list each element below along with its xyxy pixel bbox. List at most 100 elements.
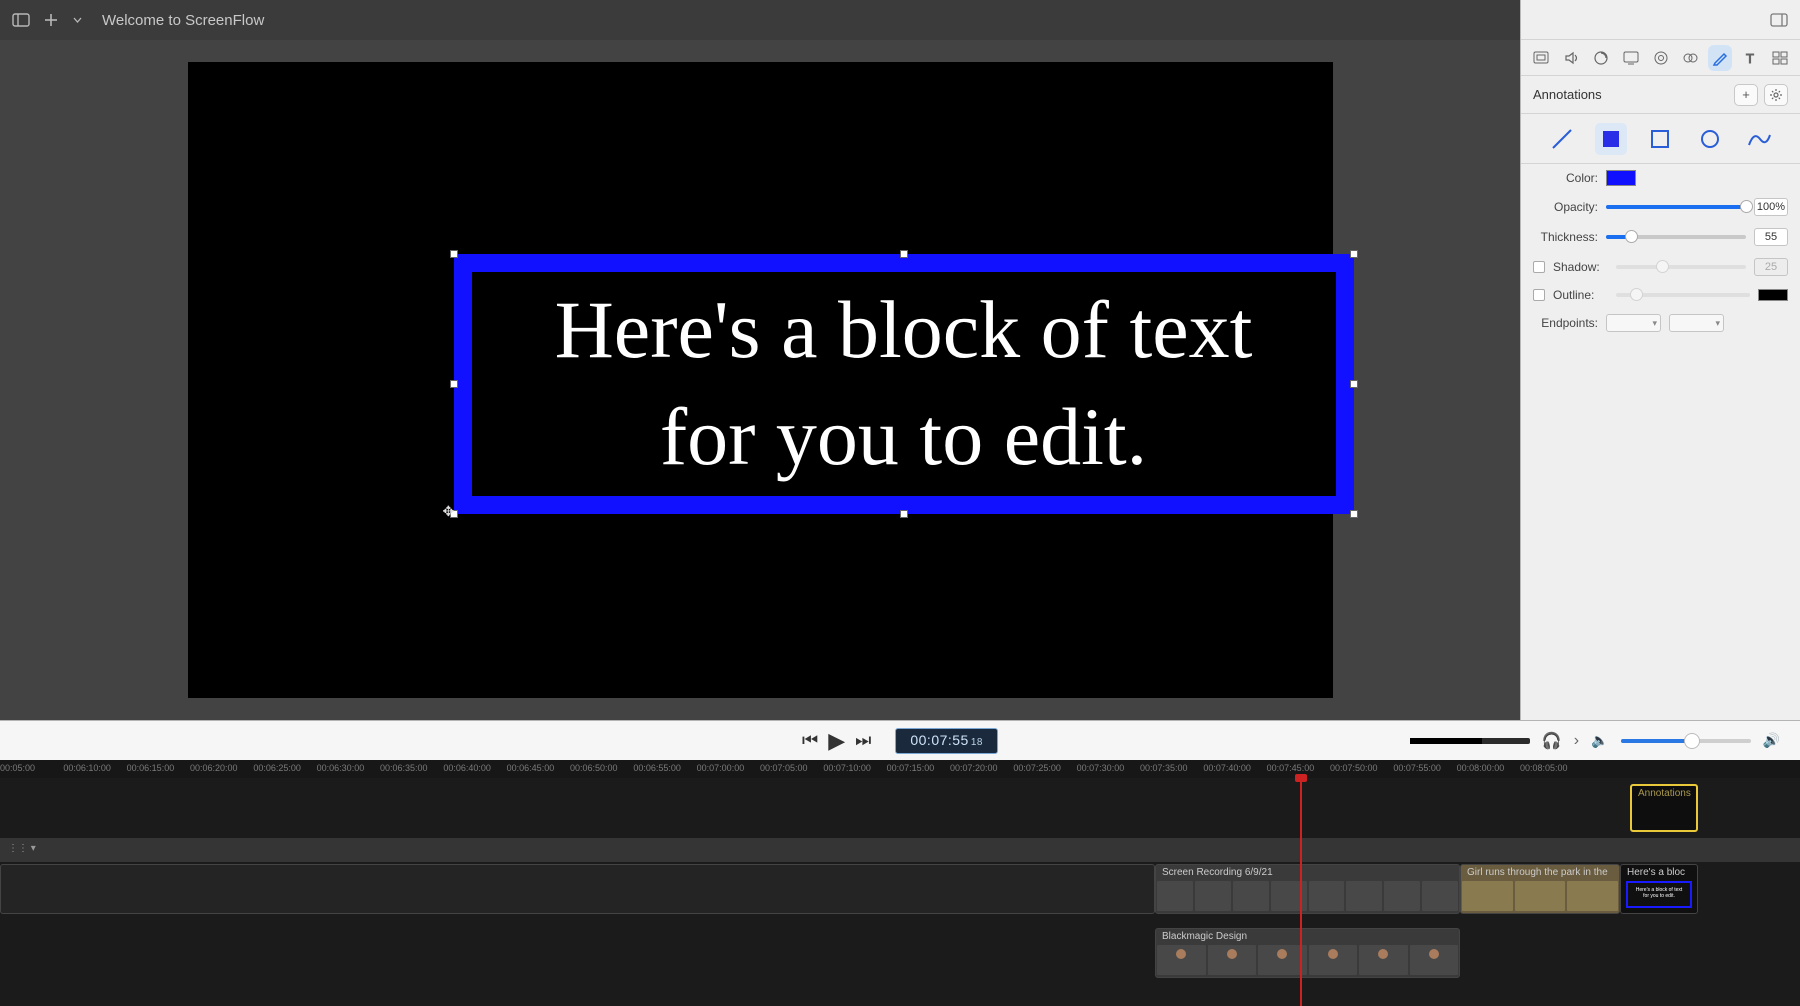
clip-annotations[interactable]: Annotations bbox=[1630, 784, 1698, 832]
ruler-tick: 00:08:05:00 bbox=[1520, 763, 1568, 773]
ruler-tick: 00:06:25:00 bbox=[253, 763, 301, 773]
volume-high-icon[interactable]: 🔊 bbox=[1763, 732, 1780, 749]
shape-curve-icon[interactable] bbox=[1743, 123, 1775, 155]
panel-layout-icon[interactable] bbox=[1770, 11, 1788, 29]
ruler-tick: 00:07:40:00 bbox=[1203, 763, 1251, 773]
tab-text-icon[interactable]: T bbox=[1738, 45, 1762, 71]
tab-callout-icon[interactable] bbox=[1649, 45, 1673, 71]
clip-label: Girl runs through the park in the bbox=[1467, 867, 1608, 878]
ruler-tick: 00:07:30:00 bbox=[1077, 763, 1125, 773]
endpoints-label: Endpoints: bbox=[1533, 316, 1598, 330]
ruler-tick: 00:05:00 bbox=[0, 763, 35, 773]
gear-button[interactable] bbox=[1764, 84, 1788, 106]
ruler-tick: 00:07:00:00 bbox=[697, 763, 745, 773]
shadow-label: Shadow: bbox=[1553, 260, 1608, 274]
tab-motion-icon[interactable] bbox=[1589, 45, 1613, 71]
svg-text:T: T bbox=[1746, 51, 1754, 65]
track-expand-icon[interactable]: ⋮⋮ ▾ bbox=[8, 843, 36, 854]
prev-button[interactable]: ⏮ bbox=[802, 730, 818, 751]
ruler-tick: 00:07:15:00 bbox=[887, 763, 935, 773]
ruler-tick: 00:07:35:00 bbox=[1140, 763, 1188, 773]
volume-low-icon[interactable]: 🔈 bbox=[1591, 732, 1608, 749]
tab-touch-icon[interactable] bbox=[1678, 45, 1702, 71]
ruler-tick: 00:06:40:00 bbox=[443, 763, 491, 773]
clip-girl-run[interactable]: Girl runs through the park in the bbox=[1460, 864, 1620, 914]
playhead[interactable] bbox=[1300, 778, 1302, 1006]
endpoint-start-dropdown[interactable]: ▾ bbox=[1606, 314, 1661, 332]
ruler-tick: 00:06:45:00 bbox=[507, 763, 555, 773]
outline-slider bbox=[1616, 293, 1750, 297]
resize-handle-s[interactable] bbox=[900, 510, 908, 518]
ruler-tick: 00:07:50:00 bbox=[1330, 763, 1378, 773]
panel-title: Annotations bbox=[1533, 87, 1602, 102]
clip-label: Blackmagic Design bbox=[1162, 931, 1247, 942]
document-title: Welcome to ScreenFlow bbox=[102, 12, 264, 29]
ruler-tick: 00:06:15:00 bbox=[127, 763, 175, 773]
play-button[interactable]: ▶ bbox=[828, 728, 845, 754]
resize-handle-n[interactable] bbox=[900, 250, 908, 258]
track-header-row[interactable]: ⋮⋮ ▾ bbox=[0, 838, 1800, 862]
clip-text[interactable]: Here's a bloc Here's a block of textfor … bbox=[1620, 864, 1698, 914]
resize-handle-nw[interactable] bbox=[450, 250, 458, 258]
add-dropdown-icon[interactable] bbox=[72, 11, 82, 29]
opacity-value[interactable]: 100% bbox=[1754, 198, 1788, 216]
move-cursor-icon: ✥ bbox=[443, 503, 455, 520]
annotation-text: Here's a block of text for you to edit. bbox=[555, 277, 1253, 490]
outline-checkbox[interactable] bbox=[1533, 289, 1545, 301]
preview-pane: Here's a block of text for you to edit. … bbox=[0, 40, 1520, 720]
shape-circle-icon[interactable] bbox=[1694, 123, 1726, 155]
headphones-icon[interactable]: 🎧 bbox=[1542, 731, 1562, 751]
shadow-checkbox[interactable] bbox=[1533, 261, 1545, 273]
shape-square-filled-icon[interactable] bbox=[1595, 123, 1627, 155]
outline-color-swatch[interactable] bbox=[1758, 289, 1788, 301]
thickness-slider[interactable] bbox=[1606, 235, 1746, 239]
tab-audio-icon[interactable] bbox=[1559, 45, 1583, 71]
add-action-button[interactable]: + bbox=[1734, 84, 1758, 106]
resize-handle-se[interactable] bbox=[1350, 510, 1358, 518]
color-label: Color: bbox=[1533, 171, 1598, 185]
next-button[interactable]: ⏭ bbox=[855, 730, 871, 751]
ruler-tick: 00:06:35:00 bbox=[380, 763, 428, 773]
scrub-preview[interactable] bbox=[1410, 738, 1530, 744]
ruler-tick: 00:07:10:00 bbox=[823, 763, 871, 773]
thickness-value[interactable]: 55 bbox=[1754, 228, 1788, 246]
opacity-label: Opacity: bbox=[1533, 200, 1598, 214]
opacity-slider[interactable] bbox=[1606, 205, 1746, 209]
video-canvas[interactable]: Here's a block of text for you to edit. … bbox=[188, 62, 1333, 698]
resize-handle-w[interactable] bbox=[450, 380, 458, 388]
clip-screen-recording[interactable]: Screen Recording 6/9/21 bbox=[1155, 864, 1460, 914]
outline-label: Outline: bbox=[1553, 288, 1608, 302]
ruler-tick: 00:07:25:00 bbox=[1013, 763, 1061, 773]
timecode-frames: 18 bbox=[971, 737, 983, 748]
ruler-tick: 00:06:30:00 bbox=[317, 763, 365, 773]
volume-slider[interactable] bbox=[1621, 739, 1751, 743]
tab-layout-icon[interactable] bbox=[1768, 45, 1792, 71]
tab-video-icon[interactable] bbox=[1529, 45, 1553, 71]
shape-picker bbox=[1521, 114, 1800, 164]
clip-label: Screen Recording 6/9/21 bbox=[1162, 867, 1273, 878]
tab-screen-icon[interactable] bbox=[1619, 45, 1643, 71]
resize-handle-e[interactable] bbox=[1350, 380, 1358, 388]
ruler-tick: 00:07:05:00 bbox=[760, 763, 808, 773]
timecode-display[interactable]: 00:07:5518 bbox=[895, 728, 998, 754]
forward-icon[interactable]: › bbox=[1574, 732, 1579, 750]
tab-annotations-icon[interactable] bbox=[1708, 45, 1732, 71]
clip-label: Here's a bloc bbox=[1627, 867, 1685, 878]
shape-square-outline-icon[interactable] bbox=[1644, 123, 1676, 155]
timeline-ruler[interactable]: 00:05:0000:06:10:0000:06:15:0000:06:20:0… bbox=[0, 760, 1800, 778]
color-swatch[interactable] bbox=[1606, 170, 1636, 186]
endpoint-end-dropdown[interactable]: ▾ bbox=[1669, 314, 1724, 332]
clip-waveform[interactable] bbox=[0, 864, 1155, 914]
clip-label: Annotations bbox=[1638, 788, 1691, 799]
sidebar-toggle-icon[interactable] bbox=[12, 11, 30, 29]
ruler-tick: 00:06:55:00 bbox=[633, 763, 681, 773]
resize-handle-ne[interactable] bbox=[1350, 250, 1358, 258]
clip-blackmagic[interactable]: Blackmagic Design bbox=[1155, 928, 1460, 978]
inspector-tabs: T bbox=[1521, 40, 1800, 76]
add-media-button[interactable] bbox=[42, 11, 60, 29]
timeline-tracks[interactable]: Annotations ⋮⋮ ▾ Screen Recording 6/9/21… bbox=[0, 778, 1800, 1006]
ruler-tick: 00:06:50:00 bbox=[570, 763, 618, 773]
annotation-selection[interactable]: Here's a block of text for you to edit. … bbox=[454, 254, 1354, 514]
shape-line-icon[interactable] bbox=[1546, 123, 1578, 155]
ruler-tick: 00:08:00:00 bbox=[1457, 763, 1505, 773]
